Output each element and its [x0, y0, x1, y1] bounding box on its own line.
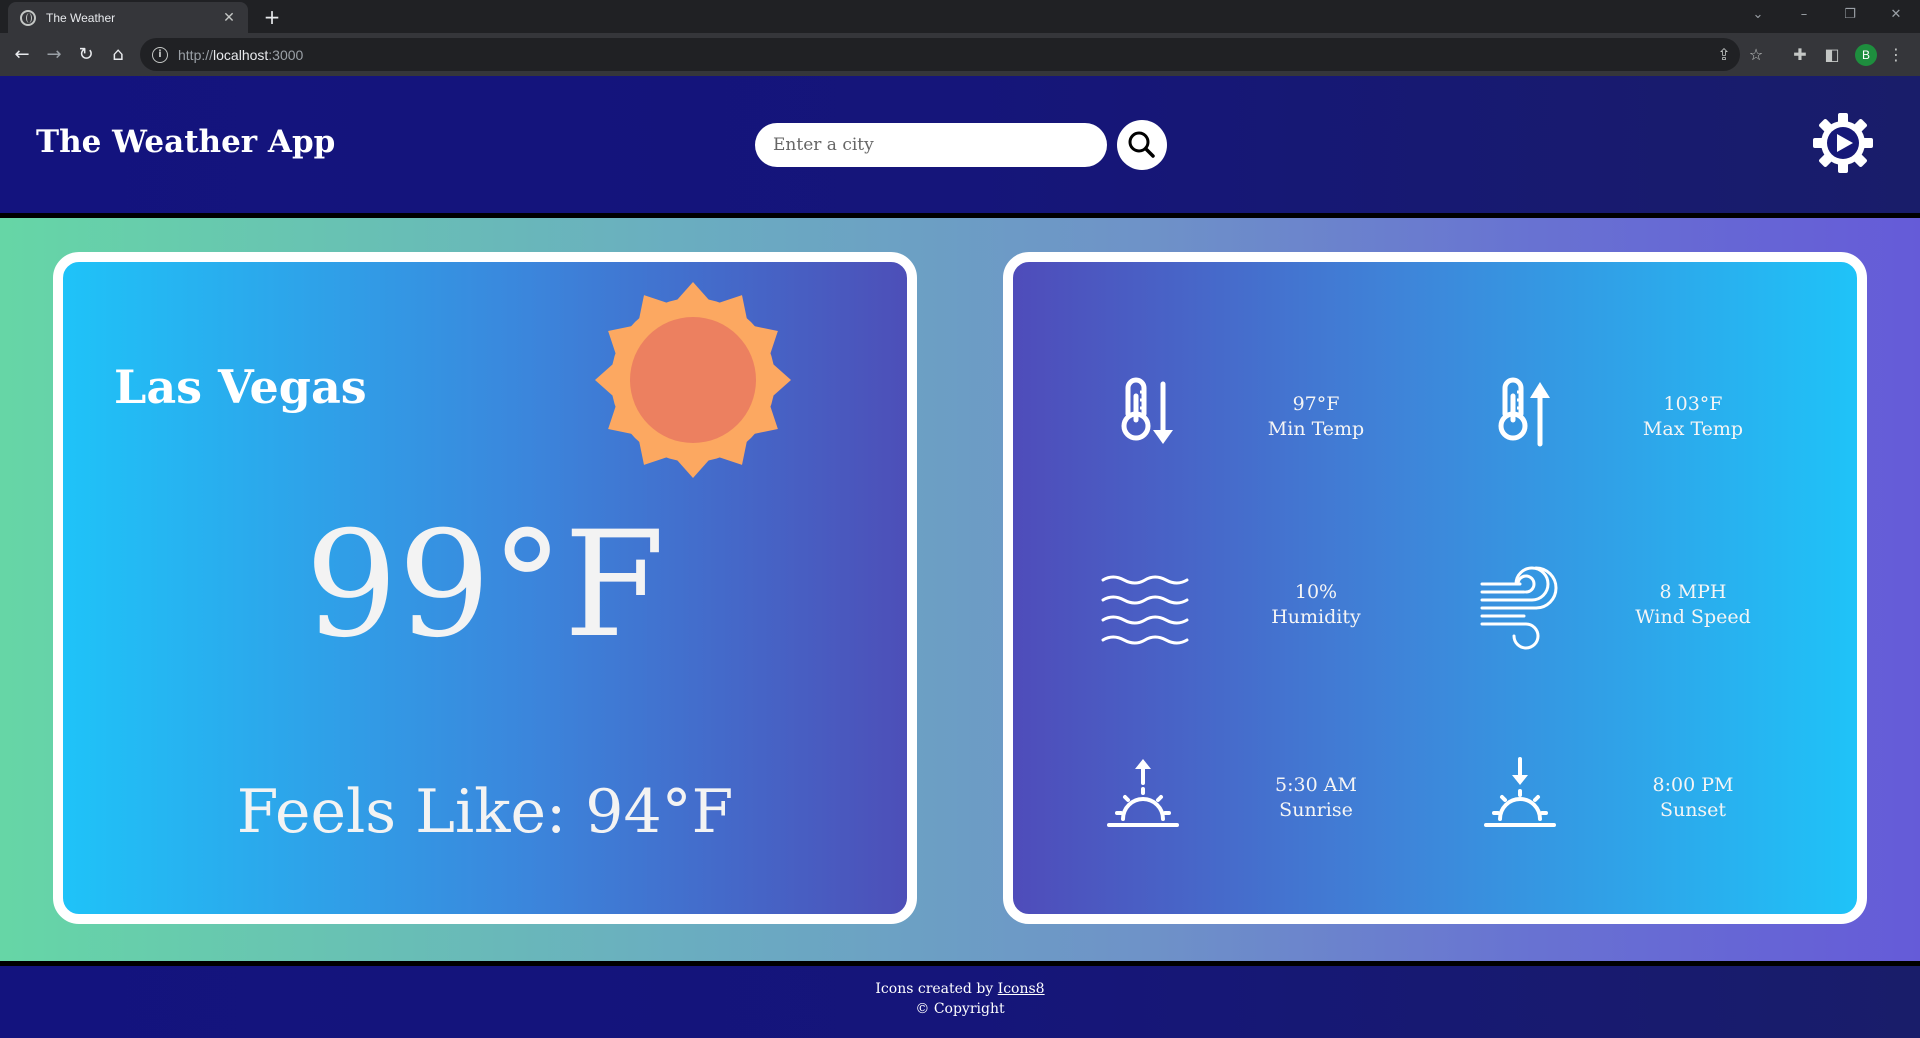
restore-button[interactable]: ❐: [1828, 0, 1872, 30]
max-temp-icon: [1498, 377, 1550, 447]
humidity-label: Humidity: [1271, 606, 1361, 628]
tab-search-icon[interactable]: ⌄: [1736, 0, 1780, 30]
app-header: The Weather App: [0, 76, 1920, 213]
sunrise-icon: [1107, 759, 1179, 827]
stat-max-temp: 103°F Max Temp: [1478, 374, 1858, 474]
stat-text: 8 MPH Wind Speed: [1608, 580, 1778, 630]
stat-text: 103°F Max Temp: [1608, 392, 1778, 442]
bookmark-star-icon[interactable]: ☆: [1744, 43, 1768, 67]
max-temp-label: Max Temp: [1642, 418, 1744, 440]
back-arrow-icon[interactable]: ←: [8, 41, 36, 69]
browser-tab-strip: The Weather ✕ + ⌄ – ❐ ✕: [0, 0, 1920, 33]
gear-icon: [1813, 113, 1873, 173]
profile-avatar[interactable]: B: [1855, 44, 1877, 66]
globe-icon: [20, 9, 36, 26]
search-icon: [1128, 131, 1155, 158]
wind-icon: [1480, 566, 1558, 650]
main-content: Las Vegas 99°F Feels Like: 94°F 97°F Min…: [0, 218, 1920, 961]
app-footer: Icons created by Icons8 © Copyright: [0, 966, 1920, 1038]
stat-min-temp: 97°F Min Temp: [1101, 374, 1481, 474]
browser-toolbar: ← → ↻ ⌂ i http://localhost:3000 ⇪ ☆ ✚ ◧ …: [0, 33, 1920, 76]
icon-credit: Icons created by Icons8: [0, 981, 1920, 997]
stat-wind-speed: 8 MPH Wind Speed: [1478, 562, 1858, 662]
app-title: The Weather App: [36, 124, 336, 160]
sun-icon: [595, 282, 791, 478]
stat-text: 97°F Min Temp: [1231, 392, 1401, 442]
min-temp-value: 97°F: [1292, 393, 1340, 415]
max-temp-value: 103°F: [1663, 393, 1723, 415]
stat-sunrise: 5:30 AM Sunrise: [1101, 755, 1481, 855]
url-protocol: http://: [178, 46, 214, 63]
feels-like-temperature: Feels Like: 94°F: [236, 777, 734, 847]
settings-button[interactable]: [1812, 112, 1874, 174]
humidity-value: 10%: [1294, 581, 1338, 603]
sunset-value: 8:00 PM: [1652, 774, 1734, 796]
close-tab-icon[interactable]: ✕: [220, 10, 238, 26]
current-weather-card: Las Vegas 99°F Feels Like: 94°F: [53, 252, 917, 924]
search-button[interactable]: [1117, 120, 1167, 170]
sunset-label: Sunset: [1659, 799, 1727, 821]
credit-prefix: Icons created by: [875, 981, 994, 997]
stat-sunset: 8:00 PM Sunset: [1478, 755, 1858, 855]
extensions-puzzle-icon[interactable]: ✚: [1788, 43, 1812, 67]
copyright-text: © Copyright: [915, 1001, 1005, 1017]
stat-text: 5:30 AM Sunrise: [1231, 773, 1401, 823]
wind-speed-label: Wind Speed: [1635, 606, 1751, 628]
weather-details-card: 97°F Min Temp 103°F Max Temp 10% Humidit…: [1003, 252, 1867, 924]
browser-tab[interactable]: The Weather ✕: [8, 2, 248, 33]
close-window-button[interactable]: ✕: [1874, 0, 1918, 30]
min-temp-label: Min Temp: [1267, 418, 1365, 440]
sunrise-label: Sunrise: [1279, 799, 1353, 821]
stat-text: 10% Humidity: [1231, 580, 1401, 630]
sunset-icon: [1484, 757, 1556, 827]
stat-humidity: 10% Humidity: [1101, 562, 1481, 662]
menu-kebab-icon[interactable]: ⋮: [1884, 43, 1908, 67]
minimize-button[interactable]: –: [1782, 0, 1826, 30]
share-icon[interactable]: ⇪: [1712, 43, 1736, 67]
new-tab-button[interactable]: +: [258, 4, 286, 30]
reload-icon[interactable]: ↻: [72, 41, 100, 69]
home-icon[interactable]: ⌂: [104, 41, 132, 69]
side-panel-icon[interactable]: ◧: [1820, 43, 1844, 67]
current-temperature: 99°F: [304, 500, 666, 670]
tab-title: The Weather: [46, 10, 116, 25]
stat-text: 8:00 PM Sunset: [1608, 773, 1778, 823]
city-name: Las Vegas: [114, 360, 367, 414]
site-info-icon[interactable]: i: [152, 46, 168, 63]
sunrise-value: 5:30 AM: [1275, 774, 1357, 796]
humidity-icon: [1101, 575, 1189, 645]
wind-speed-value: 8 MPH: [1659, 581, 1727, 603]
url-port: :3000: [268, 46, 304, 63]
url-host: localhost: [213, 46, 269, 63]
city-search-input[interactable]: [755, 123, 1107, 167]
min-temp-icon: [1121, 377, 1173, 444]
forward-arrow-icon[interactable]: →: [40, 41, 68, 69]
icons8-link[interactable]: Icons8: [998, 981, 1045, 997]
address-bar[interactable]: i http://localhost:3000: [140, 38, 1740, 71]
